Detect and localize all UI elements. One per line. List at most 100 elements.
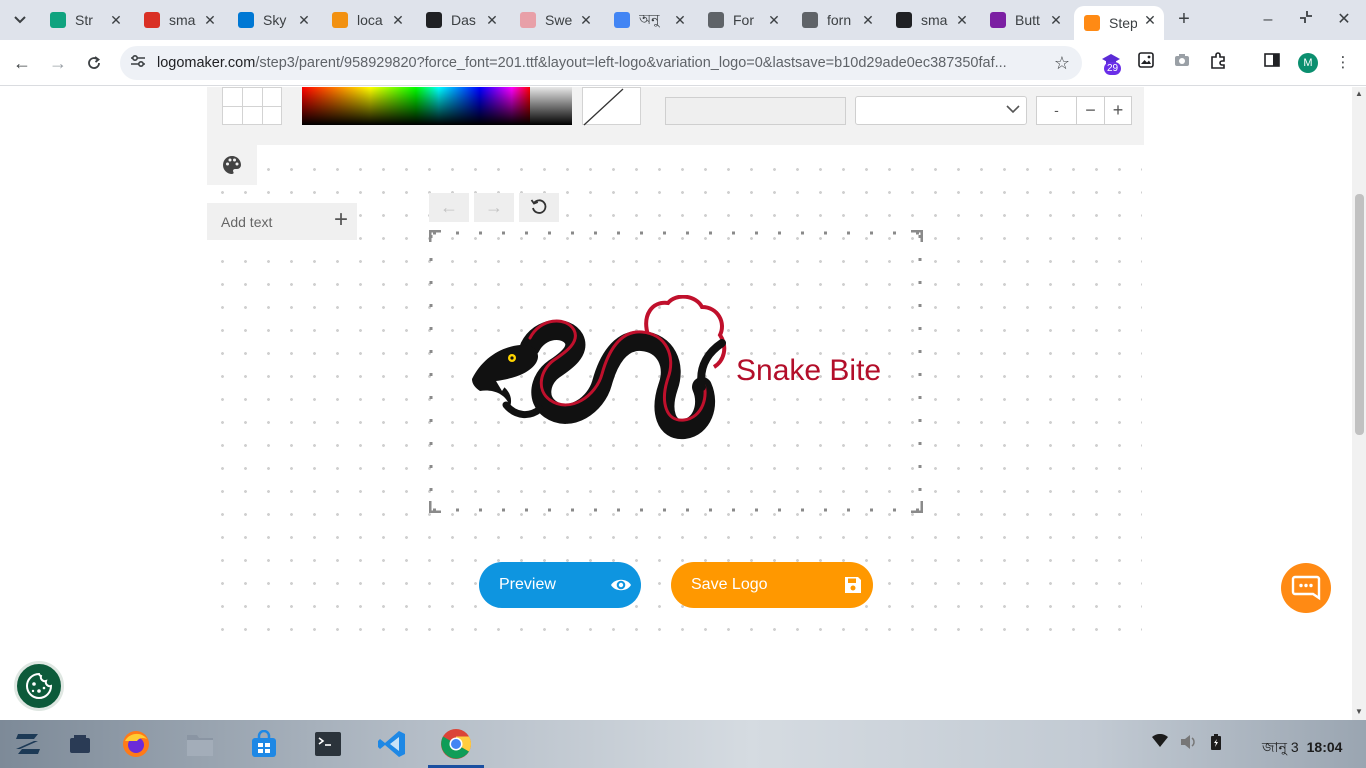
- dashboard-icon: [426, 12, 442, 28]
- tab-title: forn: [827, 12, 852, 28]
- url-path: /step3/parent/958929820?force_font=201.t…: [255, 55, 1007, 71]
- tab-close-icon[interactable]: ✕: [484, 12, 500, 28]
- browser-menu-icon[interactable]: ⋮: [1332, 52, 1354, 74]
- browser-tab[interactable]: Das ✕: [416, 6, 506, 34]
- browser-tab[interactable]: For ✕: [698, 6, 788, 34]
- os-taskbar: জানু 3 18:04: [0, 720, 1366, 768]
- tab-close-icon[interactable]: ✕: [766, 12, 782, 28]
- profile-avatar[interactable]: M: [1298, 53, 1318, 73]
- reset-icon: [530, 199, 547, 214]
- browser-tab[interactable]: sma ✕: [886, 6, 976, 34]
- browser-tab[interactable]: Step ✕: [1074, 6, 1164, 40]
- folder-icon: [187, 735, 213, 756]
- side-panel-icon-shape: [1264, 53, 1280, 67]
- side-panel-icon[interactable]: [1261, 52, 1283, 74]
- extensions-puzzle-icon[interactable]: [1207, 52, 1229, 74]
- no-color-slash-icon: [583, 88, 624, 126]
- system-clock[interactable]: জানু 3 18:04: [1262, 736, 1342, 760]
- scroll-up-arrow[interactable]: ▲: [1354, 89, 1364, 98]
- tab-close-icon[interactable]: ✕: [672, 12, 688, 28]
- brand-name-text[interactable]: Snake Bite: [736, 354, 881, 388]
- color-spectrum[interactable]: [302, 87, 530, 125]
- reload-button[interactable]: [82, 51, 106, 75]
- volume-icon[interactable]: [1180, 734, 1198, 753]
- scrollbar-thumb[interactable]: [1355, 194, 1364, 435]
- bookmark-star-icon[interactable]: ☆: [1054, 53, 1070, 74]
- tab-close-icon[interactable]: ✕: [860, 12, 876, 28]
- save-logo-button[interactable]: Save Logo: [671, 562, 873, 608]
- taskbar-terminal[interactable]: [312, 728, 344, 760]
- preview-button[interactable]: Preview: [479, 562, 641, 608]
- browser-tab[interactable]: Butt ✕: [980, 6, 1070, 34]
- globe-icon: [802, 12, 818, 28]
- camera-icon: [1175, 54, 1189, 66]
- add-text-button[interactable]: Add text +: [207, 203, 357, 240]
- site-info-icon[interactable]: [129, 54, 147, 72]
- reset-button[interactable]: [519, 193, 559, 222]
- cookie-settings-button[interactable]: [14, 661, 64, 711]
- color-tool-panel: - − +: [207, 87, 1144, 145]
- hex-color-input[interactable]: [665, 97, 846, 125]
- taskbar-software-store[interactable]: [248, 728, 280, 760]
- cookie-icon: [26, 672, 53, 699]
- bootstrap-icon: [990, 12, 1006, 28]
- font-select[interactable]: [855, 96, 1027, 125]
- tab-close-icon[interactable]: ✕: [1048, 12, 1064, 28]
- tab-close-icon[interactable]: ✕: [202, 12, 218, 28]
- redo-button[interactable]: →: [474, 193, 514, 222]
- taskbar-workspaces[interactable]: [64, 728, 96, 760]
- browser-tab[interactable]: loca ✕: [322, 6, 412, 34]
- browser-tab[interactable]: Sky ✕: [228, 6, 318, 34]
- url-text[interactable]: logomaker.com/step3/parent/958929820?for…: [157, 55, 1047, 71]
- battery-icon[interactable]: [1210, 734, 1222, 753]
- extension-image-icon[interactable]: [1135, 52, 1157, 74]
- snake-logo[interactable]: [470, 295, 730, 447]
- tab-search-button[interactable]: [8, 8, 32, 32]
- minimize-button[interactable]: –: [1256, 8, 1280, 32]
- terminal-icon: [315, 732, 341, 756]
- grayscale-strip[interactable]: [530, 87, 572, 125]
- restore-button[interactable]: [1294, 8, 1318, 32]
- taskbar-firefox[interactable]: [120, 728, 152, 760]
- browser-tab[interactable]: Str ✕: [40, 6, 130, 34]
- browser-tab[interactable]: অনু ✕: [604, 6, 694, 34]
- tab-close-icon[interactable]: ✕: [296, 12, 312, 28]
- size-stepper-value[interactable]: -: [1037, 97, 1077, 124]
- extension-camera-icon[interactable]: [1171, 52, 1193, 74]
- taskbar-files[interactable]: [184, 728, 216, 760]
- browser-tab[interactable]: Swe ✕: [510, 6, 600, 34]
- tab-close-icon[interactable]: ✕: [578, 12, 594, 28]
- close-window-button[interactable]: ✕: [1332, 8, 1356, 32]
- wifi-icon[interactable]: [1151, 733, 1169, 751]
- image-icon: [1138, 52, 1154, 68]
- browser-tab[interactable]: forn ✕: [792, 6, 882, 34]
- zorin-menu-button[interactable]: [12, 728, 44, 760]
- chat-widget-button[interactable]: [1281, 563, 1331, 613]
- undo-button[interactable]: ←: [429, 193, 469, 222]
- chevron-down-icon: [1006, 101, 1020, 117]
- tab-close-icon[interactable]: ✕: [954, 12, 970, 28]
- tab-close-icon[interactable]: ✕: [390, 12, 406, 28]
- browser-toolbar: ← → logomaker.com/step3/parent/958929820…: [0, 40, 1366, 86]
- taskbar-vscode[interactable]: [376, 728, 408, 760]
- store-bag-icon: [252, 730, 276, 757]
- new-tab-button[interactable]: +: [1174, 8, 1194, 32]
- extension-badge: 29: [1104, 62, 1122, 75]
- tab-close-icon[interactable]: ✕: [1142, 12, 1158, 28]
- taskbar-chrome[interactable]: [440, 728, 472, 760]
- scroll-down-arrow[interactable]: ▼: [1354, 707, 1364, 716]
- no-color-swatch[interactable]: [582, 87, 641, 126]
- restore-icon: [1300, 11, 1312, 23]
- page-scrollbar[interactable]: ▲ ▼: [1352, 87, 1366, 720]
- size-decrease-button[interactable]: −: [1077, 97, 1104, 124]
- size-increase-button[interactable]: +: [1104, 97, 1131, 124]
- palette-button[interactable]: [207, 145, 257, 185]
- swatch-grid[interactable]: [222, 87, 282, 125]
- browser-tab[interactable]: sma ✕: [134, 6, 224, 34]
- address-bar[interactable]: logomaker.com/step3/parent/958929820?for…: [120, 46, 1082, 80]
- eye-icon: [610, 575, 632, 600]
- back-button[interactable]: ←: [10, 51, 34, 75]
- forward-button[interactable]: →: [46, 51, 70, 75]
- chat-bubble-icon: [1291, 575, 1321, 601]
- tab-close-icon[interactable]: ✕: [108, 12, 124, 28]
